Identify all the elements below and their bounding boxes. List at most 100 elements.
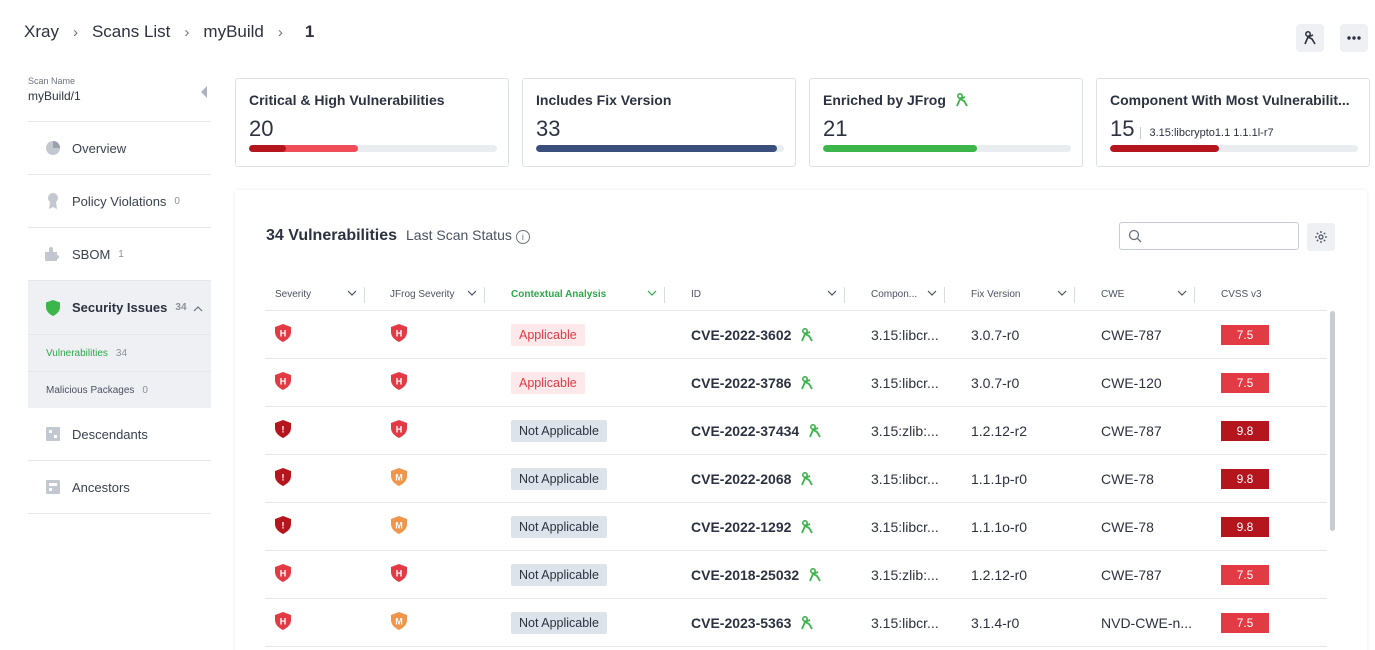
jfrog-severity-medium-icon: M	[391, 612, 407, 633]
contextual-analysis-badge[interactable]: Applicable	[511, 371, 585, 394]
cvss-score-badge: 7.5	[1221, 324, 1269, 345]
column-label: CWE	[1101, 289, 1125, 300]
chevron-up-icon[interactable]	[193, 300, 203, 315]
cwe-cell: CWE-78	[1075, 471, 1195, 487]
search-box	[1119, 222, 1299, 250]
sidebar-item-sbom[interactable]: SBOM 1	[28, 228, 211, 281]
column-header-cvss[interactable]: CVSS v3	[1195, 279, 1307, 310]
sidebar-item-overview[interactable]: Overview	[28, 122, 211, 175]
table-row[interactable]: ! M Not Applicable CVE-2022-2068 3.15:libcr.…	[265, 455, 1327, 503]
column-label: Contextual Analysis	[511, 289, 607, 300]
cve-id[interactable]: CVE-2022-37434	[691, 423, 799, 439]
chevron-down-icon	[1057, 290, 1067, 296]
card-progress-bar	[249, 145, 497, 152]
severity-high-icon: H	[275, 564, 291, 585]
column-label: ID	[691, 289, 701, 300]
cwe-id: CWE-787	[1101, 566, 1162, 583]
jfrog-severity-medium-icon: M	[391, 468, 407, 489]
table-row[interactable]: H H Not Applicable CVE-2018-25032 3.15:zlib:…	[265, 551, 1327, 599]
svg-text:!: !	[282, 425, 285, 435]
column-header-fix-version[interactable]: Fix Version	[945, 279, 1075, 310]
contextual-analysis-badge[interactable]: Not Applicable	[511, 611, 607, 634]
fix-version-cell: 3.1.4-r0	[945, 615, 1075, 631]
column-header-contextual-analysis[interactable]: Contextual Analysis	[485, 279, 665, 310]
component-cell: 3.15:libcr...	[845, 615, 945, 631]
subitem-label: Malicious Packages	[46, 384, 135, 396]
sidebar-item-descendants[interactable]: Descendants	[28, 408, 211, 461]
breadcrumb: Xray › Scans List › myBuild › 1	[24, 22, 314, 42]
component-cell: 3.15:libcr...	[845, 519, 945, 535]
search-input[interactable]	[1148, 229, 1288, 243]
breadcrumb-xray[interactable]: Xray	[24, 22, 59, 42]
card-enriched-jfrog[interactable]: Enriched by JFrog 21	[809, 78, 1083, 167]
table-row[interactable]: ! M Not Applicable CVE-2022-1292 3.15:libcr.…	[265, 503, 1327, 551]
table-row[interactable]: H M Not Applicable CVE-2023-5363 3.15:libcr.…	[265, 599, 1327, 647]
shield-icon	[44, 299, 62, 317]
column-header-severity[interactable]: Severity	[265, 279, 365, 310]
component-cell: 3.15:libcr...	[845, 375, 945, 391]
fix-version-cell: 1.1.1p-r0	[945, 471, 1075, 487]
cve-id[interactable]: CVE-2022-3786	[691, 375, 791, 391]
table-scrollbar[interactable]	[1330, 311, 1335, 531]
sidebar-subitem-vulnerabilities[interactable]: Vulnerabilities 34	[28, 334, 211, 371]
panel-header: 34 Vulnerabilities Last Scan Status i	[266, 227, 530, 245]
id-cell: CVE-2022-3786	[665, 375, 845, 391]
contextual-analysis-cell: Not Applicable	[485, 611, 665, 634]
card-title-row: Enriched by JFrog	[823, 92, 1069, 108]
cve-id[interactable]: CVE-2022-1292	[691, 519, 791, 535]
sidebar-item-policy-violations[interactable]: Policy Violations 0	[28, 175, 211, 228]
cvss-score-badge: 7.5	[1221, 372, 1269, 393]
table-row[interactable]: H H Applicable CVE-2022-3786 3.15:libcr... 3.…	[265, 359, 1327, 407]
table-settings-button[interactable]	[1307, 223, 1335, 251]
breadcrumb-mybuild[interactable]: myBuild	[203, 22, 263, 42]
table-header: Severity JFrog Severity Contextual Analy…	[265, 279, 1327, 311]
sidebar-subitem-malicious-packages[interactable]: Malicious Packages 0	[28, 371, 211, 408]
column-header-cwe[interactable]: CWE	[1075, 279, 1195, 310]
column-header-id[interactable]: ID	[665, 279, 845, 310]
contextual-analysis-cell: Applicable	[485, 323, 665, 346]
card-fix-version[interactable]: Includes Fix Version 33	[522, 78, 796, 167]
jfrog-severity-high-icon: H	[391, 564, 407, 585]
info-icon[interactable]: i	[515, 230, 530, 244]
column-header-component[interactable]: Compon...	[845, 279, 945, 310]
jfrog-severity-medium-icon: M	[391, 516, 407, 537]
jfrog-frog-button[interactable]	[1296, 24, 1324, 52]
breadcrumb-current: 1	[304, 22, 315, 41]
top-actions	[1296, 24, 1368, 52]
component-cell: 3.15:libcr...	[845, 471, 945, 487]
column-header-jfrog-severity[interactable]: JFrog Severity	[365, 279, 485, 310]
cve-id[interactable]: CVE-2023-5363	[691, 615, 791, 631]
frog-icon	[799, 327, 815, 343]
cvss-cell: 9.8	[1195, 516, 1307, 537]
card-critical-high[interactable]: Critical & High Vulnerabilities 20	[235, 78, 509, 167]
table-row[interactable]: ! H Not Applicable CVE-2022-37434 3.15:zlib:…	[265, 407, 1327, 455]
cve-id[interactable]: CVE-2022-2068	[691, 471, 791, 487]
sidebar-item-security-issues[interactable]: Security Issues 34	[28, 281, 211, 334]
component-cell: 3.15:libcr...	[845, 327, 945, 343]
table-row[interactable]: H H Applicable CVE-2022-3602 3.15:libcr... 3.…	[265, 311, 1327, 359]
frog-icon	[799, 519, 815, 535]
vulnerabilities-panel: 34 Vulnerabilities Last Scan Status i Se…	[235, 190, 1367, 650]
contextual-analysis-badge[interactable]: Not Applicable	[511, 419, 607, 442]
cvss-cell: 7.5	[1195, 372, 1307, 393]
pie-chart-icon	[44, 139, 62, 157]
contextual-analysis-badge[interactable]: Not Applicable	[511, 563, 607, 586]
card-most-vulnerable-component[interactable]: Component With Most Vulnerabilit... 15 3…	[1096, 78, 1370, 167]
frog-icon	[799, 615, 815, 631]
severity-high-icon: H	[275, 372, 291, 393]
contextual-analysis-badge[interactable]: Not Applicable	[511, 515, 607, 538]
jfrog-severity-cell: H	[365, 564, 485, 585]
contextual-analysis-badge[interactable]: Applicable	[511, 323, 585, 346]
cve-id[interactable]: CVE-2018-25032	[691, 567, 799, 583]
contextual-analysis-badge[interactable]: Not Applicable	[511, 467, 607, 490]
collapse-sidebar-icon[interactable]	[201, 86, 207, 98]
cve-id[interactable]: CVE-2022-3602	[691, 327, 791, 343]
breadcrumb-scans-list[interactable]: Scans List	[92, 22, 170, 42]
id-cell: CVE-2023-5363	[665, 615, 845, 631]
component-cell: 3.15:zlib:...	[845, 423, 945, 439]
last-scan-status-label: Last Scan Status	[406, 227, 512, 243]
component-name: 3.15:zlib:...	[871, 566, 939, 583]
sidebar-item-ancestors[interactable]: Ancestors	[28, 461, 211, 514]
more-options-button[interactable]	[1340, 24, 1368, 52]
chevron-down-icon	[1177, 290, 1187, 296]
